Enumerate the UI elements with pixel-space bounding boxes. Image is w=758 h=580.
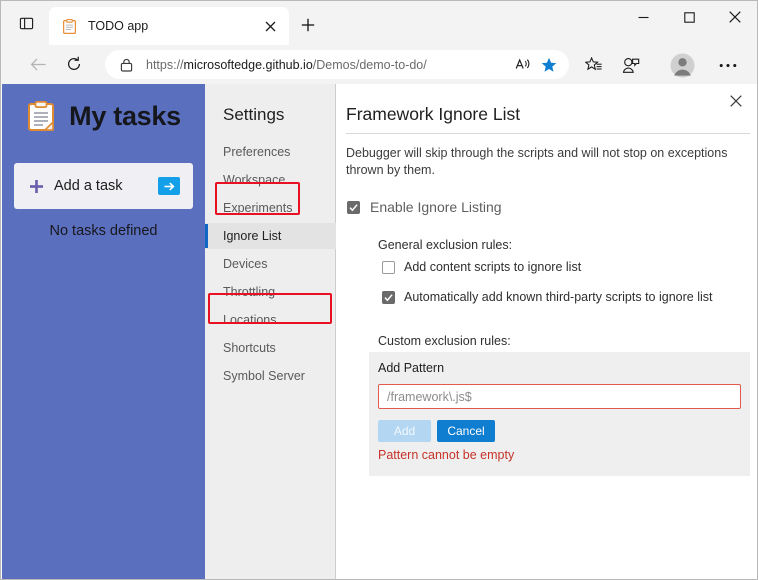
nav-item-label: Devices: [223, 257, 268, 271]
profile-avatar-icon[interactable]: [667, 50, 697, 80]
sidebar-item-shortcuts[interactable]: Shortcuts: [205, 335, 336, 361]
auto-third-party-label: Automatically add known third-party scri…: [404, 290, 713, 304]
star-filled-icon[interactable]: [536, 52, 562, 78]
close-icon[interactable]: [724, 89, 748, 113]
sidebar-item-throttling[interactable]: Throttling: [205, 279, 336, 305]
add-task-label: Add a task: [54, 178, 123, 194]
todo-app-panel: My tasks Add a task No tasks defined: [2, 84, 205, 579]
window-minimize-button[interactable]: [620, 1, 666, 33]
nav-item-label: Workspace: [223, 173, 286, 187]
nav-item-label: Throttling: [223, 285, 276, 299]
add-pattern-panel: Add Pattern Add Cancel Pattern cannot be…: [369, 352, 750, 476]
general-rules-label: General exclusion rules:: [378, 238, 513, 252]
sidebar-item-workspace[interactable]: Workspace: [205, 167, 336, 193]
devtools-settings-dialog: Settings Preferences Workspace Experimen…: [205, 84, 757, 579]
enable-ignore-listing-row[interactable]: Enable Ignore Listing: [347, 199, 502, 215]
page-title: My tasks: [69, 100, 181, 131]
checkbox-checked-icon[interactable]: [347, 200, 360, 214]
browser-essentials-icon[interactable]: [616, 50, 646, 80]
navigation-toolbar: https://microsoftedge.github.io/Demos/de…: [1, 45, 757, 84]
custom-rules-label: Custom exclusion rules:: [378, 334, 511, 348]
sidebar-item-preferences[interactable]: Preferences: [205, 139, 336, 165]
more-ellipsis-icon[interactable]: [713, 50, 743, 80]
settings-detail-pane: Framework Ignore List Debugger will skip…: [337, 84, 757, 579]
add-content-scripts-row[interactable]: Add content scripts to ignore list: [382, 260, 581, 274]
auto-third-party-row[interactable]: Automatically add known third-party scri…: [382, 290, 712, 304]
todo-app-header: My tasks: [2, 100, 205, 132]
tab-strip: TODO app: [1, 1, 757, 45]
add-task-button[interactable]: Add a task: [14, 163, 193, 209]
collections-star-icon[interactable]: [579, 50, 609, 80]
tab-title: TODO app: [88, 19, 149, 33]
pane-divider: [346, 133, 750, 134]
page-viewport: My tasks Add a task No tasks defined Set…: [2, 84, 757, 579]
add-pattern-label: Add Pattern: [378, 361, 445, 375]
plus-icon: [28, 178, 44, 194]
browser-window: TODO app https://microsoftedge.github.io…: [0, 0, 758, 580]
empty-task-message: No tasks defined: [49, 223, 158, 239]
add-content-scripts-label: Add content scripts to ignore list: [404, 260, 582, 274]
nav-item-label: Symbol Server: [223, 369, 305, 383]
nav-item-label: Locations: [223, 313, 277, 327]
enable-ignore-listing-label: Enable Ignore Listing: [370, 199, 502, 215]
pattern-error-message: Pattern cannot be empty: [378, 448, 515, 462]
add-pattern-button[interactable]: Add: [378, 420, 431, 442]
pane-title: Framework Ignore List: [346, 104, 521, 124]
lock-icon[interactable]: [118, 56, 135, 73]
checkbox-unchecked-icon[interactable]: [382, 260, 395, 274]
settings-nav-title: Settings: [223, 105, 285, 124]
settings-nav-list: Settings Preferences Workspace Experimen…: [205, 84, 336, 579]
read-aloud-icon[interactable]: [510, 52, 536, 78]
checkbox-checked-icon[interactable]: [382, 290, 395, 304]
arrow-right-icon[interactable]: [158, 177, 180, 195]
close-icon[interactable]: [259, 15, 281, 37]
cancel-pattern-button[interactable]: Cancel: [437, 420, 495, 442]
url-text[interactable]: https://microsoftedge.github.io/Demos/de…: [146, 58, 510, 72]
sidebar-item-locations[interactable]: Locations: [205, 307, 336, 333]
pattern-input[interactable]: [378, 384, 741, 409]
nav-item-label: Ignore List: [223, 229, 282, 243]
new-tab-button[interactable]: [296, 13, 320, 37]
tab-todo-app[interactable]: TODO app: [49, 7, 289, 45]
nav-item-label: Shortcuts: [223, 341, 276, 355]
nav-item-label: Experiments: [223, 201, 293, 215]
sidebar-item-devices[interactable]: Devices: [205, 251, 336, 277]
window-close-button[interactable]: [712, 1, 757, 33]
back-arrow-icon[interactable]: [23, 49, 53, 79]
address-bar[interactable]: https://microsoftedge.github.io/Demos/de…: [105, 50, 569, 79]
tab-search-icon[interactable]: [15, 12, 38, 35]
clipboard-icon: [26, 100, 56, 132]
sidebar-item-ignore-list[interactable]: Ignore List: [205, 223, 336, 249]
nav-item-label: Preferences: [223, 145, 291, 159]
clipboard-icon: [61, 18, 77, 34]
sidebar-item-symbol-server[interactable]: Symbol Server: [205, 363, 336, 389]
pane-description: Debugger will skip through the scripts a…: [346, 146, 728, 177]
reload-icon[interactable]: [59, 49, 89, 79]
window-maximize-button[interactable]: [666, 1, 712, 33]
sidebar-item-experiments[interactable]: Experiments: [205, 195, 336, 221]
